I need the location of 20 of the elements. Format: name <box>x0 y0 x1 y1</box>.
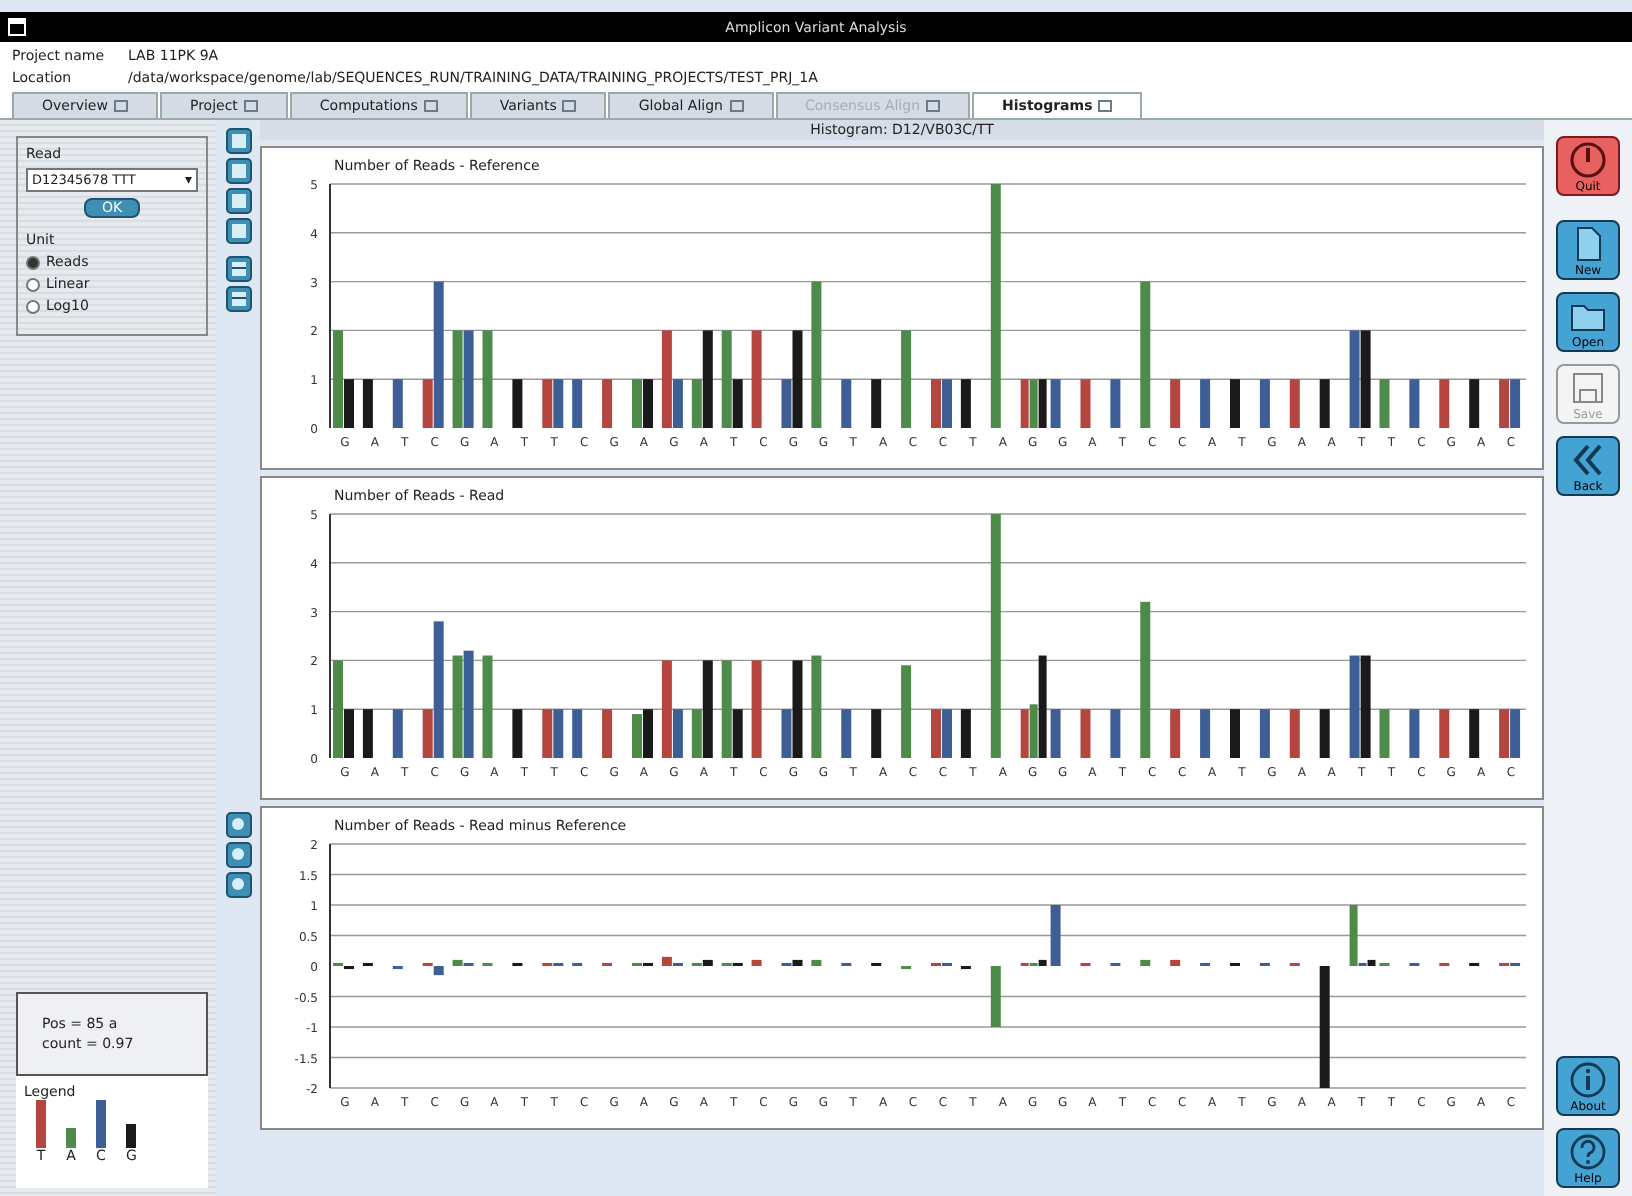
info-icon <box>1568 1059 1608 1099</box>
panel-icon[interactable] <box>225 286 251 312</box>
tool-icon[interactable] <box>225 128 251 154</box>
window-icon <box>423 100 438 112</box>
help-icon <box>1568 1131 1608 1171</box>
zoom-icon[interactable] <box>225 842 251 868</box>
power-icon <box>1568 139 1608 179</box>
window-menu-icon[interactable] <box>8 18 26 36</box>
tool-icon[interactable] <box>225 188 251 214</box>
tool-icon[interactable] <box>225 158 251 184</box>
zoom-icon[interactable] <box>225 812 251 838</box>
window-icon <box>926 100 941 112</box>
window-icon <box>562 100 577 112</box>
panel-icon[interactable] <box>225 256 251 282</box>
window-icon <box>1098 100 1113 112</box>
zoom-icon[interactable] <box>225 872 251 898</box>
window-icon <box>113 100 128 112</box>
tool-icon[interactable] <box>225 218 251 244</box>
window-icon <box>243 100 258 112</box>
window-icon <box>729 100 743 112</box>
